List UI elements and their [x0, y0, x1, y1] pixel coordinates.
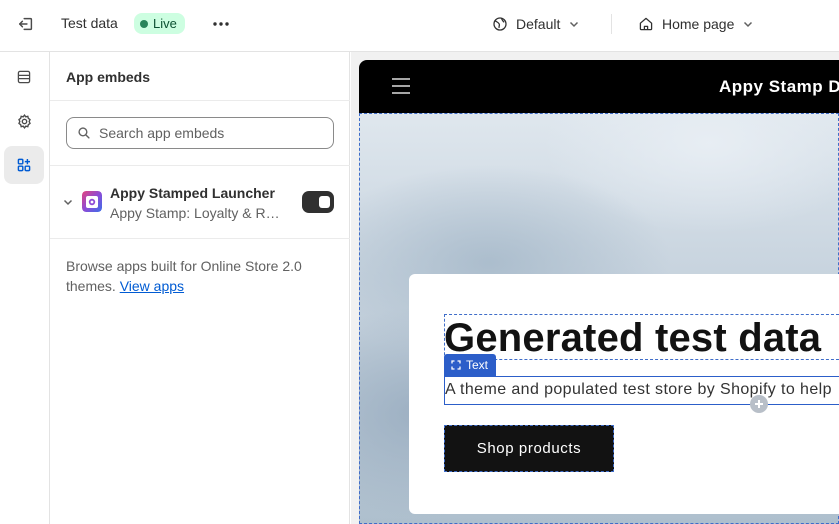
search-icon [78, 127, 90, 139]
exit-icon [18, 17, 33, 31]
gear-icon [17, 113, 31, 129]
home-icon [639, 17, 653, 31]
ellipsis-icon [213, 22, 229, 26]
hamburger-menu-icon[interactable] [391, 77, 411, 95]
live-status-badge: Live [134, 13, 185, 34]
rail-sections-button[interactable] [4, 58, 44, 96]
hero-subtext[interactable]: A theme and populated test store by Shop… [445, 381, 832, 399]
button-block-outline [444, 425, 614, 472]
globe-icon [493, 17, 507, 31]
search-app-embeds-field[interactable] [66, 117, 334, 149]
live-badge-label: Live [153, 16, 177, 31]
sections-icon [17, 70, 31, 84]
text-block-label-text: Text [466, 358, 489, 372]
store-title[interactable]: Appy Stamp De [719, 77, 839, 97]
plus-icon [755, 400, 763, 408]
rail-app-embeds-button[interactable] [4, 146, 44, 184]
app-embed-row: Appy Stamped Launcher Appy Stamp: Loyalt… [50, 178, 350, 238]
more-actions-button[interactable] [206, 10, 236, 38]
toggle-knob [319, 196, 330, 208]
browse-apps-text: Browse apps built for Online Store 2.0 t… [66, 256, 334, 296]
panel-divider [50, 100, 350, 101]
template-selector-label: Default [516, 16, 561, 32]
top-bar: Test data Live Default Home page [0, 0, 839, 52]
app-name: Appy Stamped Launcher [110, 185, 275, 201]
exit-button[interactable] [12, 10, 40, 38]
expand-app-button[interactable] [60, 194, 76, 210]
store-header: Appy Stamp De [359, 60, 839, 113]
chevron-down-icon [63, 199, 73, 206]
template-selector[interactable]: Default [492, 12, 580, 36]
panel-title: App embeds [66, 69, 151, 85]
appy-stamp-logo-icon [82, 191, 102, 212]
rail-settings-button[interactable] [4, 102, 44, 140]
page-selector-label: Home page [662, 16, 735, 32]
apps-icon [17, 158, 31, 172]
app-embed-toggle[interactable] [302, 191, 334, 213]
live-dot-icon [140, 19, 148, 28]
chevron-down-icon [570, 21, 579, 28]
page-selector[interactable]: Home page [638, 12, 754, 36]
app-embeds-panel: App embeds Appy Stamped Launcher Appy St… [50, 52, 350, 524]
topbar-divider [611, 14, 612, 34]
add-block-button[interactable] [750, 395, 768, 413]
chevron-down-icon [744, 21, 753, 28]
panel-divider [50, 165, 350, 166]
theme-name: Test data [61, 15, 118, 31]
frame-icon [451, 360, 461, 370]
editor-nav-rail [0, 52, 50, 524]
panel-divider [50, 238, 350, 239]
store-preview: Appy Stamp De Generated test data A them… [359, 60, 839, 524]
app-subtitle: Appy Stamp: Loyalty & Re... [110, 205, 285, 221]
search-input[interactable] [99, 125, 319, 141]
text-block-label[interactable]: Text [444, 354, 497, 376]
view-apps-link[interactable]: View apps [120, 278, 184, 294]
heading-block-outline [444, 314, 839, 360]
